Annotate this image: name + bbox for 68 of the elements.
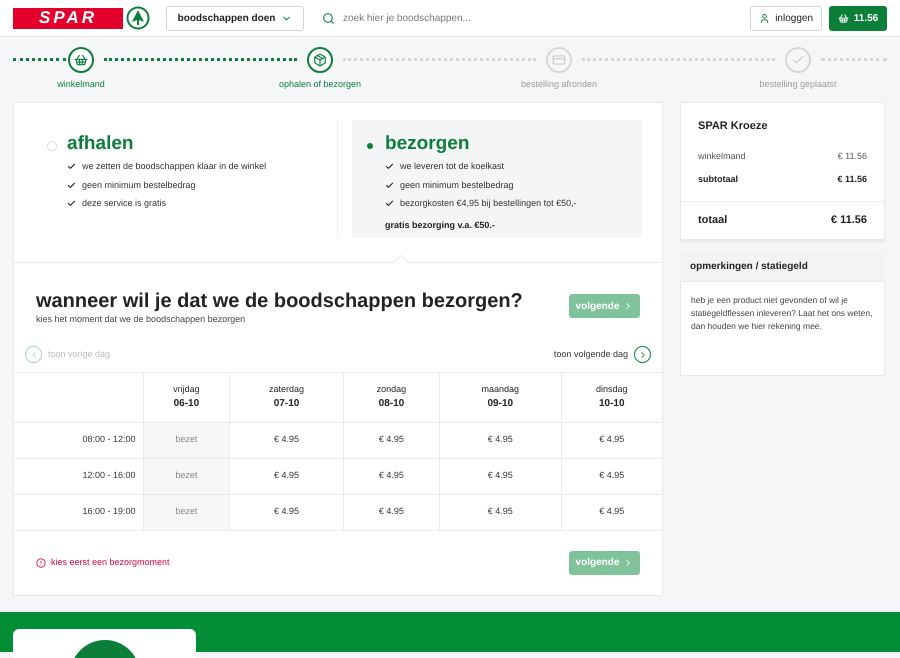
day-name: vrijdag (172, 382, 201, 396)
option-note: gratis bezorging v.a. €50.- (385, 218, 496, 232)
day-date: 10-10 (598, 397, 626, 412)
slot-cell[interactable]: € 4.95 (230, 458, 344, 494)
feature-text: deze service is gratis (82, 197, 166, 210)
day-name: maandag (480, 382, 520, 396)
slot-cell[interactable]: € 4.95 (343, 458, 440, 494)
radio-button[interactable] (47, 141, 57, 151)
slot-cell[interactable]: € 4.95 (440, 458, 561, 494)
remarks-text-area[interactable]: heb je een product niet gevonden of wil je statiegeldflessen inleveren? Laat het ons weten, dan houden we hier rekening mee. (680, 280, 885, 376)
summary-label: subtotaal (698, 173, 738, 186)
feature-text: we zetten de boodschappen klaar in de winkel (82, 160, 266, 173)
step-label: ophalen of bezorgen (278, 78, 362, 91)
user-icon (759, 12, 770, 24)
error-message: kies eerst een bezorgmoment (51, 556, 170, 569)
slot-cell[interactable]: € 4.95 (343, 494, 440, 530)
slot-cell: bezet (143, 494, 230, 530)
time-cell: 08:00 - 12:00 (14, 422, 143, 458)
delivery-option[interactable]: bezorgen we leveren tot de koelkast geen minimum bestelbedrag bezorgkosten €4,95 bij bestellingen tot €50,- gratis bezorging v.a. €50.- (352, 120, 642, 238)
day-date: 06-10 (172, 397, 200, 412)
day-date: 08-10 (378, 397, 406, 412)
slot-cell[interactable]: € 4.95 (561, 458, 662, 494)
day-date: 09-10 (486, 397, 514, 412)
next-day-link[interactable]: toon volgende dag (554, 346, 651, 363)
time-cell: 16:00 - 19:00 (14, 494, 143, 530)
feature-text: bezorgkosten €4,95 bij bestellingen tot €50,- (400, 197, 577, 210)
summary-value: € 11.56 (837, 173, 867, 186)
search-icon (322, 12, 335, 24)
login-button[interactable]: inloggen (750, 6, 822, 30)
slot-cell[interactable]: € 4.95 (440, 422, 561, 458)
summary-label: winkelmand (698, 150, 746, 162)
slot-cell[interactable]: € 4.95 (230, 422, 344, 458)
schedule-heading: wanneer wil je dat we de boodschappen bezorgen? (36, 289, 523, 313)
feature-text: geen minimum bestelbedrag (400, 178, 514, 192)
store-name: SPAR Kroeze (698, 119, 768, 134)
slot-cell[interactable]: € 4.95 (230, 494, 344, 530)
alert-icon (36, 558, 46, 568)
search-field[interactable]: zoek hier je boodschappen... (343, 10, 723, 26)
option-title: bezorgen (385, 133, 470, 155)
option-title: afhalen (67, 133, 135, 155)
cart-button[interactable]: 11.56 (829, 6, 887, 30)
basket-icon (838, 12, 849, 24)
menu-dropdown[interactable]: boodschappen doen (166, 6, 304, 30)
radio-button[interactable] (365, 141, 375, 151)
day-name: zondag (376, 382, 408, 396)
step-label: bestelling afronden (520, 78, 598, 91)
feature-text: geen minimum bestelbedrag (82, 178, 196, 192)
feature-text: we leveren tot de koelkast (400, 160, 504, 173)
step-label: bestelling geplaatst (759, 78, 837, 91)
logo[interactable]: SPAR (13, 6, 150, 30)
day-date: 07-10 (272, 397, 300, 412)
summary-value: € 11.56 (838, 150, 867, 162)
time-cell: 12:00 - 16:00 (14, 458, 143, 494)
slot-cell: bezet (143, 458, 230, 494)
total-label: totaal (698, 212, 728, 228)
total-value: € 11.56 (830, 212, 867, 228)
slot-cell[interactable]: € 4.95 (343, 422, 440, 458)
slot-cell[interactable]: € 4.95 (561, 494, 662, 530)
remarks-title: opmerkingen / statiegeld (689, 260, 809, 274)
slot-cell[interactable]: € 4.95 (440, 494, 561, 530)
step-label: winkelmand (57, 78, 105, 91)
slot-cell: bezet (143, 422, 230, 458)
slot-cell[interactable]: € 4.95 (561, 422, 662, 458)
day-name: zaterdag (268, 382, 306, 396)
logo-wordmark: SPAR (13, 8, 123, 28)
schedule-subtitle: kies het moment dat we de boodschappen bezorgen (36, 313, 246, 326)
day-name: dinsdag (594, 382, 629, 396)
tree-logo-icon (126, 6, 150, 30)
